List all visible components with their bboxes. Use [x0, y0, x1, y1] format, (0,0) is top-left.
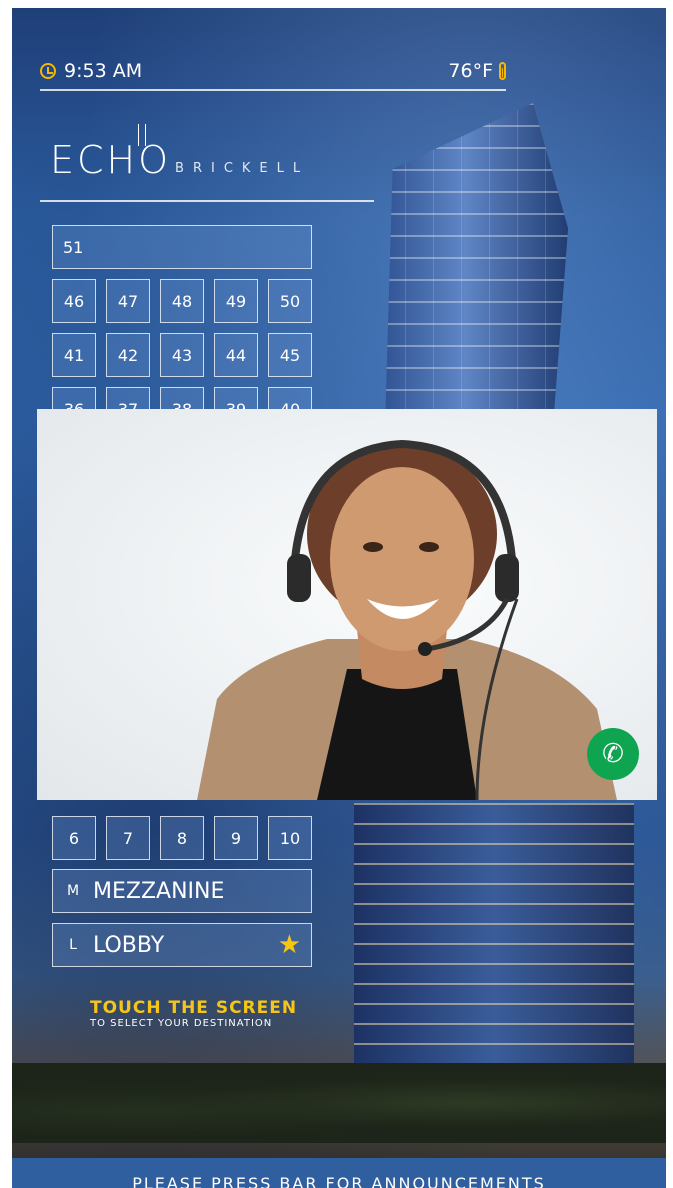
floor-button[interactable]: 8 — [160, 816, 204, 860]
floor-button[interactable]: 46 — [52, 279, 96, 323]
floor-button-51[interactable]: 51 — [52, 225, 312, 269]
logo-secondary: BRICKELL — [175, 161, 310, 176]
floor-button[interactable]: 7 — [106, 816, 150, 860]
floor-button[interactable]: 44 — [214, 333, 258, 377]
agent-video-image — [197, 439, 617, 800]
building-tower-image — [384, 103, 569, 433]
temperature-display: 76°F — [448, 60, 506, 82]
touch-title: TOUCH THE SCREEN — [90, 998, 298, 1018]
building-logo: ECHO BRICKELL — [50, 124, 310, 182]
lobby-code: L — [69, 937, 77, 953]
floor-label: 51 — [63, 237, 84, 257]
time-display: 9:53 AM — [40, 60, 142, 82]
floor-label: 43 — [171, 345, 193, 365]
floor-label: 9 — [230, 828, 242, 848]
floor-label: 6 — [68, 828, 80, 848]
thermometer-icon — [499, 62, 506, 80]
divider — [40, 200, 374, 202]
floor-label: 46 — [63, 291, 85, 311]
floor-label: 41 — [63, 345, 85, 365]
floor-label: 7 — [122, 828, 134, 848]
touch-prompt: TOUCH THE SCREEN TO SELECT YOUR DESTINAT… — [90, 998, 297, 1029]
building-base-image — [354, 803, 634, 1103]
floor-label: 44 — [225, 345, 247, 365]
floor-label: 50 — [279, 291, 301, 311]
floor-button[interactable]: 45 — [268, 333, 312, 377]
floor-label: 49 — [225, 291, 247, 311]
mezzanine-button[interactable]: M MEZZANINE — [52, 869, 312, 913]
temperature-text: 76°F — [448, 60, 493, 82]
phone-icon: ✆ — [602, 739, 624, 769]
floor-label: 8 — [176, 828, 188, 848]
floor-label: 47 — [117, 291, 139, 311]
floor-button[interactable]: 6 — [52, 816, 96, 860]
floor-button[interactable]: 9 — [214, 816, 258, 860]
mezzanine-label: MEZZANINE — [93, 878, 225, 904]
floor-button[interactable]: 47 — [106, 279, 150, 323]
floor-button[interactable]: 50 — [268, 279, 312, 323]
trees-image — [12, 1063, 666, 1143]
divider — [40, 89, 506, 91]
floor-button[interactable]: 49 — [214, 279, 258, 323]
mezzanine-code: M — [66, 883, 80, 899]
star-icon: ★ — [277, 930, 301, 960]
video-call-window: ✆ — [37, 409, 657, 800]
lobby-label: LOBBY — [93, 932, 165, 958]
announcement-bar[interactable]: PLEASE PRESS BAR FOR ANNOUNCEMENTS — [12, 1158, 666, 1188]
phone-call-button[interactable]: ✆ — [587, 728, 639, 780]
clock-icon — [40, 63, 56, 79]
floor-label: 10 — [279, 828, 301, 848]
announcement-text: PLEASE PRESS BAR FOR ANNOUNCEMENTS — [132, 1174, 546, 1188]
floor-button[interactable]: 42 — [106, 333, 150, 377]
floor-label: 42 — [117, 345, 139, 365]
logo-primary: ECHO — [50, 138, 172, 182]
lobby-button[interactable]: L LOBBY ★ — [52, 923, 312, 967]
floor-button[interactable]: 43 — [160, 333, 204, 377]
floor-button[interactable]: 41 — [52, 333, 96, 377]
floor-label: 45 — [279, 345, 301, 365]
touch-subtitle: TO SELECT YOUR DESTINATION — [90, 1018, 273, 1029]
floor-label: 48 — [171, 291, 193, 311]
time-text: 9:53 AM — [64, 60, 143, 82]
floor-button[interactable]: 10 — [268, 816, 312, 860]
floor-button[interactable]: 48 — [160, 279, 204, 323]
